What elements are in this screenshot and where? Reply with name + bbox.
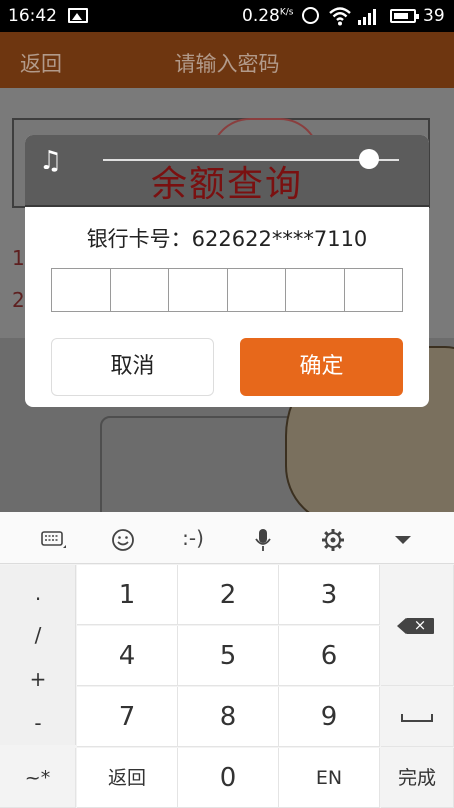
page-title: 请输入密码 <box>174 52 280 76</box>
pin-digit-box[interactable] <box>111 269 169 311</box>
emoji-icon[interactable] <box>98 512 148 564</box>
numeric-keyboard: :-) . / + - 1 2 3 × 4 5 6 7 8 9 ~* 返回 0 … <box>0 512 454 808</box>
key-2[interactable]: 2 <box>178 565 279 625</box>
pin-digit-box[interactable] <box>228 269 286 311</box>
microphone-icon[interactable] <box>238 512 288 564</box>
network-speed: 0.28K/s <box>242 6 293 26</box>
space-icon <box>401 713 433 722</box>
keyboard-back-key[interactable]: 返回 <box>77 748 178 808</box>
battery-icon <box>390 9 419 23</box>
key-3[interactable]: 3 <box>279 565 380 625</box>
keyboard-keys: . / + - 1 2 3 4 5 6 7 8 9 ~* 返回 0 EN 完成 <box>0 565 454 808</box>
status-bar: 16:42 0.28K/s 39 <box>0 0 454 32</box>
app-header: 返回 请输入密码 <box>0 32 454 88</box>
symbol-column: . / + - <box>0 565 76 745</box>
confirm-button[interactable]: 确定 <box>240 338 403 396</box>
pin-digit-box[interactable] <box>52 269 111 311</box>
symbol-key-dot[interactable]: . <box>0 581 76 605</box>
gear-glyph <box>322 528 344 551</box>
key-4[interactable]: 4 <box>77 626 178 686</box>
status-time: 16:42 <box>8 6 57 26</box>
symbol-mode-key[interactable]: ~* <box>0 748 76 808</box>
balance-query-title: 余额查询 <box>150 164 303 205</box>
gallery-icon <box>68 8 88 23</box>
hide-keyboard-chevron-icon[interactable] <box>378 512 428 564</box>
password-dialog: ♫ 余额查询 银行卡号：622622****7110 取消 确定 <box>25 135 429 407</box>
done-key[interactable]: 完成 <box>381 748 454 808</box>
background-number-1: 1 <box>12 246 25 270</box>
emoticon-button[interactable]: :-) <box>168 512 218 564</box>
space-key[interactable] <box>381 687 454 747</box>
key-6[interactable]: 6 <box>279 626 380 686</box>
symbol-key-plus[interactable]: + <box>0 667 76 691</box>
symbol-key-minus[interactable]: - <box>0 711 76 735</box>
keyboard-toolbar: :-) <box>0 512 454 564</box>
key-9[interactable]: 9 <box>279 687 380 747</box>
chevron-down-glyph <box>395 535 411 544</box>
microphone-glyph <box>255 528 271 551</box>
network-speed-value: 0.28 <box>242 6 280 26</box>
dialog-divider <box>25 205 429 207</box>
pin-digit-box[interactable] <box>286 269 345 311</box>
signal-icon <box>358 9 376 25</box>
cancel-button[interactable]: 取消 <box>51 338 214 396</box>
pin-digit-box[interactable] <box>345 269 403 311</box>
backspace-key[interactable] <box>381 565 454 686</box>
alarm-icon <box>302 7 319 24</box>
battery-level: 39 <box>423 6 445 26</box>
backspace-icon <box>397 613 434 637</box>
language-key[interactable]: EN <box>279 748 380 808</box>
key-1[interactable]: 1 <box>77 565 178 625</box>
smiley-glyph <box>112 528 134 551</box>
keyboard-switch-icon[interactable] <box>29 512 79 564</box>
key-5[interactable]: 5 <box>178 626 279 686</box>
settings-gear-icon[interactable] <box>308 512 358 564</box>
key-0[interactable]: 0 <box>178 748 279 808</box>
pin-digit-box[interactable] <box>169 269 228 311</box>
key-8[interactable]: 8 <box>178 687 279 747</box>
card-number-label: 银行卡号：622622****7110 <box>86 227 368 251</box>
wifi-icon <box>329 7 351 26</box>
key-7[interactable]: 7 <box>77 687 178 747</box>
keyboard-glyph <box>41 530 66 548</box>
pin-input[interactable] <box>51 268 403 312</box>
background-number-2: 2 <box>12 288 25 312</box>
symbol-key-slash[interactable]: / <box>0 623 76 647</box>
dialog-header: ♫ 余额查询 <box>25 135 429 205</box>
network-speed-unit: K/s <box>279 7 294 18</box>
